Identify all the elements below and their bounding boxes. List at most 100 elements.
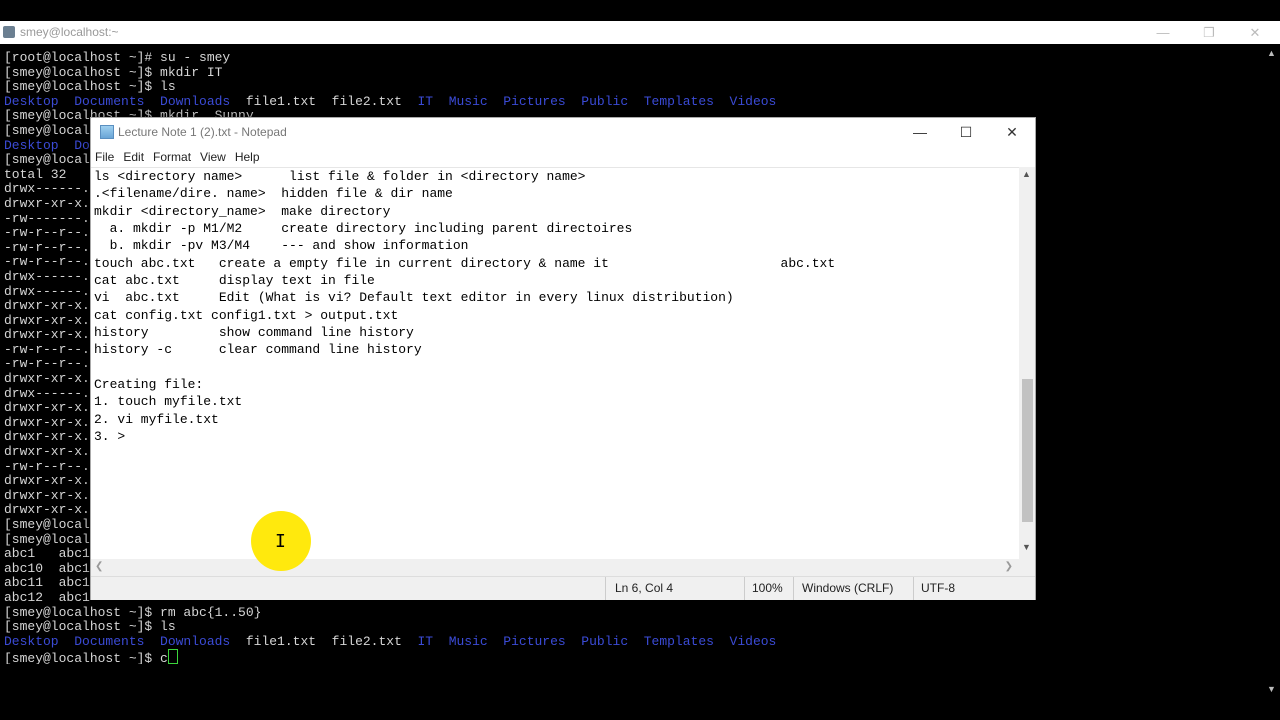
notepad-minimize-icon[interactable]: — <box>897 118 943 146</box>
terminal-titlebar[interactable]: smey@localhost:~ — ❐ ✕ <box>0 21 1280 44</box>
terminal-text: drwxr-xr-x. <box>4 196 90 211</box>
terminal-text: abc10 abc1 <box>4 561 90 576</box>
menu-view[interactable]: View <box>196 148 231 168</box>
terminal-text: abc1 abc1 <box>4 547 90 562</box>
notepad-line: Creating file: <box>94 377 204 393</box>
menu-edit[interactable]: Edit <box>119 148 149 168</box>
status-encoding: UTF-8 <box>921 581 955 595</box>
notepad-line: touch abc.txt create a empty file in cur… <box>94 255 836 271</box>
notepad-status-bar: Ln 6, Col 4 100% Windows (CRLF) UTF-8 <box>91 576 1035 600</box>
terminal-text: IT Music Pictures Public Templates Video… <box>417 634 777 649</box>
notepad-title: Lecture Note 1 (2).txt - Notepad <box>118 125 287 139</box>
scroll-up-icon[interactable]: ▲ <box>1022 169 1031 179</box>
notepad-menubar: File Edit Format View Help <box>91 148 1035 168</box>
menu-help[interactable]: Help <box>231 148 265 168</box>
terminal-line: [smey@localhost ~]$ ls <box>4 620 1264 635</box>
notepad-line: a. mkdir -p M1/M2 create directory inclu… <box>94 221 633 237</box>
terminal-line: [smey@localhost ~]$ rm abc{1..50} <box>4 606 1264 621</box>
terminal-text: -rw-r--r--. <box>4 255 90 270</box>
terminal-text: [root@localhost ~]# su - smey <box>4 51 231 65</box>
status-position: Ln 6, Col 4 <box>615 581 674 595</box>
terminal-line: Desktop Documents Downloads file1.txt fi… <box>4 635 1264 650</box>
notepad-line: vi abc.txt Edit (What is vi? Default tex… <box>94 290 734 306</box>
notepad-line: ls <directory name> list file & folder i… <box>94 169 586 184</box>
terminal-line: [smey@localhost ~]$ ls <box>4 80 1264 95</box>
terminal-text: drwxr-xr-x. <box>4 328 90 343</box>
notepad-line: history show command line history <box>94 325 414 341</box>
terminal-text: file1.txt file2.txt <box>230 94 418 109</box>
status-divider <box>744 577 745 600</box>
close-icon[interactable]: ✕ <box>1232 21 1278 44</box>
notepad-line <box>94 359 835 376</box>
terminal-text: Desktop Documents Downloads <box>4 634 231 649</box>
scroll-down-icon[interactable]: ▼ <box>1022 542 1031 552</box>
terminal-cursor <box>167 649 178 664</box>
restore-icon[interactable]: ❐ <box>1186 21 1232 44</box>
terminal-text: -rw-------. <box>4 211 90 226</box>
terminal-line: [smey@localhost ~]$ c <box>4 649 1264 664</box>
notepad-titlebar[interactable]: Lecture Note 1 (2).txt - Notepad — ☐ ✕ <box>91 118 1035 148</box>
notepad-maximize-icon[interactable]: ☐ <box>943 118 989 146</box>
scroll-down-icon[interactable]: ▼ <box>1267 684 1276 694</box>
terminal-text: drwxr-xr-x. <box>4 488 90 503</box>
terminal-text: drwx------. <box>4 269 90 284</box>
menu-file[interactable]: File <box>91 148 119 168</box>
scroll-thumb[interactable] <box>1022 379 1033 522</box>
terminal-text: IT Music Pictures Public Templates Video… <box>417 94 777 109</box>
notepad-vertical-scrollbar[interactable]: ▲ ▼ <box>1019 167 1035 559</box>
terminal-text: file1.txt file2.txt <box>230 634 418 649</box>
notepad-line: .<filename/dire. name> hidden file & dir… <box>94 186 453 202</box>
terminal-text: drwxr-xr-x. <box>4 299 90 314</box>
terminal-text: drwxr-xr-x. <box>4 372 90 387</box>
terminal-line: Desktop Documents Downloads file1.txt fi… <box>4 95 1264 110</box>
notepad-line: cat config.txt config1.txt > output.txt <box>94 307 399 323</box>
status-line-ending: Windows (CRLF) <box>802 581 894 595</box>
terminal-text: Desktop Documents Downloads <box>4 94 231 109</box>
terminal-text: drwxr-xr-x. <box>4 430 90 445</box>
notepad-text-area[interactable]: ls <directory name> list file & folder i… <box>91 167 1019 560</box>
notepad-icon <box>100 125 114 139</box>
status-divider <box>605 577 606 600</box>
notepad-line: b. mkdir -pv M3/M4 --- and show informat… <box>94 238 469 254</box>
scroll-left-icon[interactable]: ❮ <box>95 561 103 572</box>
status-divider <box>793 577 794 600</box>
notepad-close-icon[interactable]: ✕ <box>989 118 1035 146</box>
terminal-text: abc12 abc1 <box>4 590 90 605</box>
minimize-icon[interactable]: — <box>1140 21 1186 44</box>
terminal-text: drwx------. <box>4 182 90 197</box>
video-top-bar <box>0 0 1280 21</box>
terminal-text: -rw-r--r--. <box>4 342 90 357</box>
terminal-text: [smey@localhost ~]$ c <box>4 651 168 664</box>
terminal-text: drwxr-xr-x. <box>4 401 90 416</box>
notepad-line: 2. vi myfile.txt <box>94 411 219 427</box>
terminal-text: [smey@localhost ~]$ mkdir IT <box>4 65 223 80</box>
notepad-line: 3. > <box>94 429 126 445</box>
notepad-line: cat abc.txt display text in file <box>94 273 375 289</box>
notepad-line: 1. touch myfile.txt <box>94 394 243 410</box>
terminal-text: -rw-r--r--. <box>4 357 90 372</box>
terminal-icon <box>3 26 15 38</box>
terminal-scrollbar[interactable]: ▲ ▼ <box>1264 44 1280 699</box>
terminal-text: drwx------. <box>4 386 90 401</box>
notepad-line: history -c clear command line history <box>94 342 422 358</box>
terminal-text: drwxr-xr-x. <box>4 313 90 328</box>
notepad-horizontal-scrollbar[interactable]: ❮ ❯ <box>91 559 1019 576</box>
scroll-right-icon[interactable]: ❯ <box>1005 561 1013 572</box>
video-bottom-bar <box>0 699 1280 720</box>
terminal-text: Desktop Do <box>4 138 90 153</box>
menu-format[interactable]: Format <box>149 148 196 168</box>
terminal-text: -rw-r--r--. <box>4 226 90 241</box>
terminal-line: [smey@localhost ~]$ mkdir IT <box>4 66 1264 81</box>
terminal-line: [root@localhost ~]# su - smey <box>4 51 1264 66</box>
terminal-text: drwxr-xr-x. <box>4 415 90 430</box>
terminal-text: [smey@localhost ~]$ rm abc{1..50} <box>4 605 262 620</box>
status-divider <box>913 577 914 600</box>
scroll-up-icon[interactable]: ▲ <box>1267 48 1276 58</box>
status-zoom: 100% <box>752 581 783 595</box>
notepad-window[interactable]: Lecture Note 1 (2).txt - Notepad — ☐ ✕ F… <box>90 117 1036 600</box>
terminal-text: [smey@localhost ~]$ ls <box>4 620 176 635</box>
terminal-text: total 32 <box>4 167 67 182</box>
terminal-text: drwx------. <box>4 284 90 299</box>
text-cursor-icon: I <box>275 531 286 552</box>
notepad-line: mkdir <directory_name> make directory <box>94 203 391 219</box>
